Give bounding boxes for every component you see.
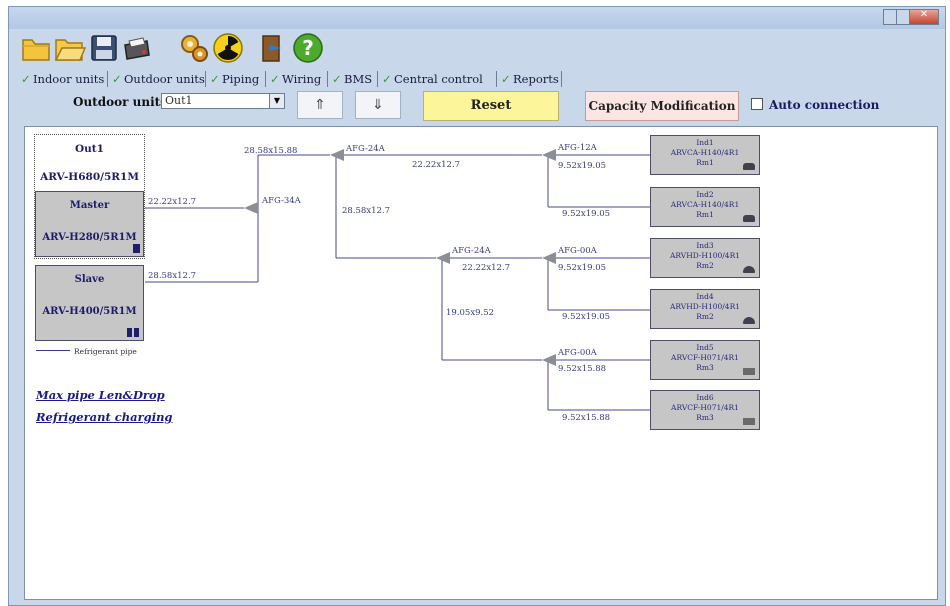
indoor-unit-model: ARVHD-H100/4R1 [669, 302, 740, 311]
outdoor-unit-model: ARV-H680/5R1M [40, 171, 139, 183]
indoor-unit-name: Ind6 [696, 393, 714, 402]
slave-model: ARV-H400/5R1M [42, 306, 137, 317]
joint-label: AFG-00A [558, 348, 597, 358]
branch-joint-mid-icon[interactable] [436, 252, 450, 264]
floor-ceiling-icon [743, 368, 755, 375]
indoor-unit-model: ARVHD-H100/4R1 [669, 251, 740, 260]
indoor-unit-model: ARVCF-H071/4R1 [671, 403, 739, 412]
joint-label: AFG-24A [346, 144, 385, 154]
indoor-unit[interactable]: Ind6 ARVCF-H071/4R1 Rm3 [650, 390, 760, 430]
master-model: ARV-H280/5R1M [42, 232, 137, 243]
indoor-unit[interactable]: Ind3 ARVHD-H100/4R1 Rm2 [650, 238, 760, 278]
indoor-unit[interactable]: Ind1 ARVCA-H140/4R1 Rm1 [650, 135, 760, 175]
indoor-unit-model: ARVCA-H140/4R1 [670, 200, 740, 209]
refrigerant-charging-link[interactable]: Refrigerant charging [36, 410, 172, 424]
joint-label: AFG-24A [452, 246, 491, 256]
indoor-unit-name: Ind5 [696, 343, 714, 352]
branch-joint-00a-upper-icon[interactable] [542, 252, 556, 264]
indoor-unit-name: Ind4 [696, 292, 714, 301]
outdoor-unit-icon [133, 244, 140, 253]
indoor-unit-name: Ind3 [696, 241, 714, 250]
joint-label: AFG-34A [262, 196, 301, 206]
indoor-unit[interactable]: Ind2 ARVCA-H140/4R1 Rm1 [650, 187, 760, 227]
master-label: Master [69, 200, 110, 211]
master-unit[interactable]: Master ARV-H280/5R1M [35, 191, 144, 257]
branch-joint-main-icon[interactable] [244, 202, 258, 214]
slave-label: Slave [74, 274, 105, 285]
pipe-label: 22.22x12.7 [148, 197, 197, 207]
floor-ceiling-icon [743, 418, 755, 425]
pipe-label: 9.52x19.05 [562, 209, 611, 219]
cassette-icon [743, 215, 755, 222]
pipe-label: 19.05x9.52 [446, 308, 495, 318]
refrigerant-pipe-line-icon [36, 350, 70, 351]
indoor-unit-name: Ind2 [696, 190, 714, 199]
branch-joint-top-icon[interactable] [330, 149, 344, 161]
pipe-label: 9.52x15.88 [558, 364, 607, 374]
pipe-label: 9.52x19.05 [558, 263, 607, 273]
outdoor-unit-name: Out1 [75, 143, 104, 155]
pipe-label: 22.22x12.7 [462, 263, 511, 273]
duct-icon [743, 317, 755, 324]
branch-joint-12a-icon[interactable] [542, 149, 556, 161]
indoor-unit-model: ARVCA-H140/4R1 [670, 148, 740, 157]
slave-unit[interactable]: Slave ARV-H400/5R1M [35, 265, 144, 341]
max-pipe-link[interactable]: Max pipe Len&Drop [36, 388, 165, 402]
pipe-label: 28.58x15.88 [244, 146, 298, 156]
pipe-label: 28.58x12.7 [342, 206, 391, 216]
pipe-label: 9.52x19.05 [558, 161, 607, 171]
branch-joint-00a-lower-icon[interactable] [542, 354, 556, 366]
pipe-label: 9.52x15.88 [562, 413, 611, 423]
cassette-icon [743, 163, 755, 170]
indoor-unit-name: Ind1 [696, 138, 714, 147]
outdoor-unit-icon [127, 328, 140, 337]
indoor-unit[interactable]: Ind5 ARVCF-H071/4R1 Rm3 [650, 340, 760, 380]
legend: Refrigerant pipe [36, 347, 137, 356]
pipe-label: 9.52x19.05 [562, 312, 611, 322]
joint-label: AFG-00A [558, 246, 597, 256]
joint-label: AFG-12A [558, 143, 597, 153]
indoor-unit-model: ARVCF-H071/4R1 [671, 353, 739, 362]
pipe-label: 28.58x12.7 [148, 271, 197, 281]
duct-icon [743, 266, 755, 273]
indoor-unit[interactable]: Ind4 ARVHD-H100/4R1 Rm2 [650, 289, 760, 329]
pipe-label: 22.22x12.7 [412, 160, 461, 170]
